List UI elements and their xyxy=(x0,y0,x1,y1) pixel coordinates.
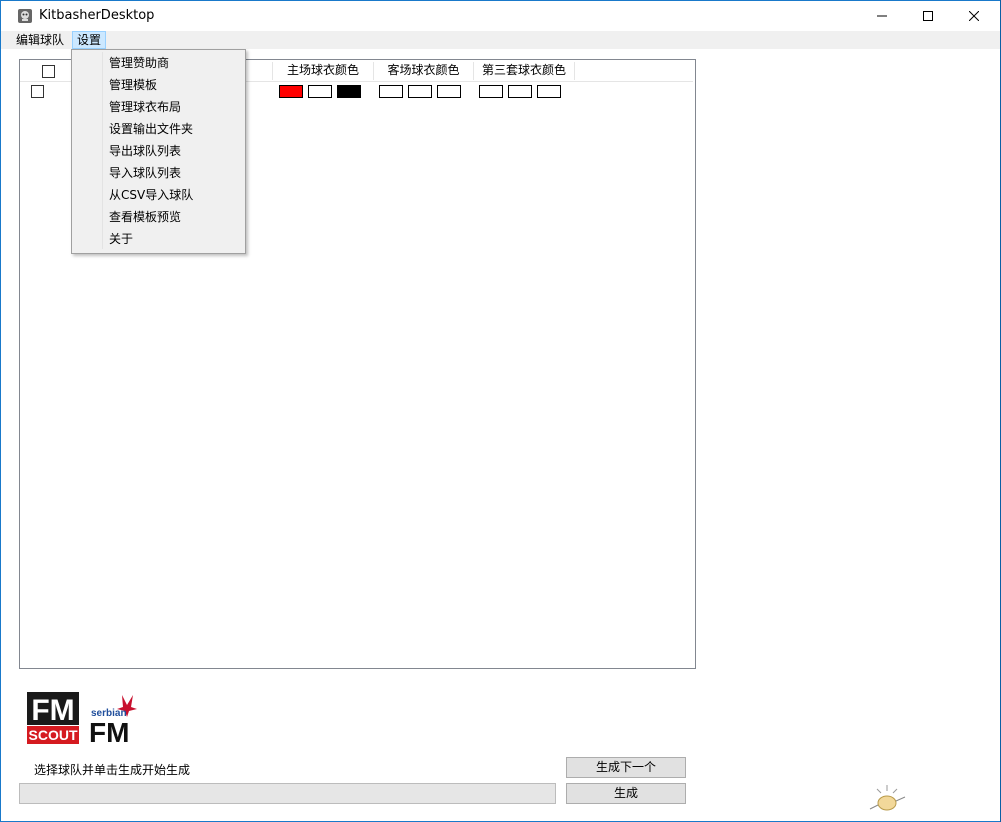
fm-scout-logo-text: FM xyxy=(31,694,74,727)
maximize-icon xyxy=(923,11,933,21)
minimize-icon xyxy=(877,15,887,17)
menu-item-manage-kit-layouts[interactable]: 管理球衣布局 xyxy=(109,96,181,118)
menu-item-manage-sponsors[interactable]: 管理赞助商 xyxy=(109,52,169,74)
menu-settings[interactable]: 设置 xyxy=(72,31,107,49)
progress-bar xyxy=(19,783,556,804)
menu-item-manage-templates[interactable]: 管理模板 xyxy=(109,74,157,96)
away-color-swatch[interactable] xyxy=(437,85,461,98)
third-color-swatch[interactable] xyxy=(508,85,532,98)
serbian-fm-logo: serbian FM xyxy=(89,693,143,748)
select-all-checkbox[interactable] xyxy=(42,65,55,78)
close-icon xyxy=(969,11,979,21)
menu-bar: 编辑球队 设置 xyxy=(1,31,1000,49)
generate-button[interactable]: 生成 xyxy=(566,783,686,804)
fm-scout-logo: FM SCOUT xyxy=(27,692,79,744)
app-icon xyxy=(18,9,32,23)
menu-edit-teams[interactable]: 编辑球队 xyxy=(12,32,68,48)
away-color-swatch[interactable] xyxy=(408,85,432,98)
menu-item-set-output-folder[interactable]: 设置输出文件夹 xyxy=(109,118,193,140)
menu-icon-gutter xyxy=(102,52,103,249)
app-window: KitbasherDesktop 编辑球队 设置 主场球衣颜色 客场球衣颜色 第… xyxy=(0,0,1001,822)
menu-item-import-csv[interactable]: 从CSV导入球队 xyxy=(109,184,193,206)
row-checkbox[interactable] xyxy=(31,85,44,98)
fm-scout-logo-subtext: SCOUT xyxy=(29,727,78,743)
status-message: 选择球队并单击生成开始生成 xyxy=(34,763,191,777)
third-color-swatch[interactable] xyxy=(479,85,503,98)
away-color-swatch[interactable] xyxy=(379,85,403,98)
close-button[interactable] xyxy=(951,1,997,31)
home-color-swatch[interactable] xyxy=(279,85,303,98)
generate-next-button[interactable]: 生成下一个 xyxy=(566,757,686,778)
title-bar[interactable]: KitbasherDesktop xyxy=(1,1,1000,31)
header-third-colors[interactable]: 第三套球衣颜色 xyxy=(474,60,574,81)
menu-item-import-team-list[interactable]: 导入球队列表 xyxy=(109,162,181,184)
menu-item-view-template-preview[interactable]: 查看模板预览 xyxy=(109,206,181,228)
window-title: KitbasherDesktop xyxy=(39,8,155,23)
home-color-swatch[interactable] xyxy=(308,85,332,98)
menu-item-about[interactable]: 关于 xyxy=(109,228,133,250)
maximize-button[interactable] xyxy=(905,1,951,31)
header-away-colors[interactable]: 客场球衣颜色 xyxy=(374,60,473,81)
home-color-swatch[interactable] xyxy=(337,85,361,98)
serbian-fm-logo-subtext: FM xyxy=(89,717,129,743)
header-home-colors[interactable]: 主场球衣颜色 xyxy=(273,60,373,81)
header-divider[interactable] xyxy=(574,62,575,80)
mascot-icon xyxy=(867,783,907,815)
menu-item-export-team-list[interactable]: 导出球队列表 xyxy=(109,140,181,162)
third-color-swatch[interactable] xyxy=(537,85,561,98)
minimize-button[interactable] xyxy=(859,1,905,31)
settings-dropdown-menu: 管理赞助商 管理模板 管理球衣布局 设置输出文件夹 导出球队列表 导入球队列表 … xyxy=(71,49,246,254)
